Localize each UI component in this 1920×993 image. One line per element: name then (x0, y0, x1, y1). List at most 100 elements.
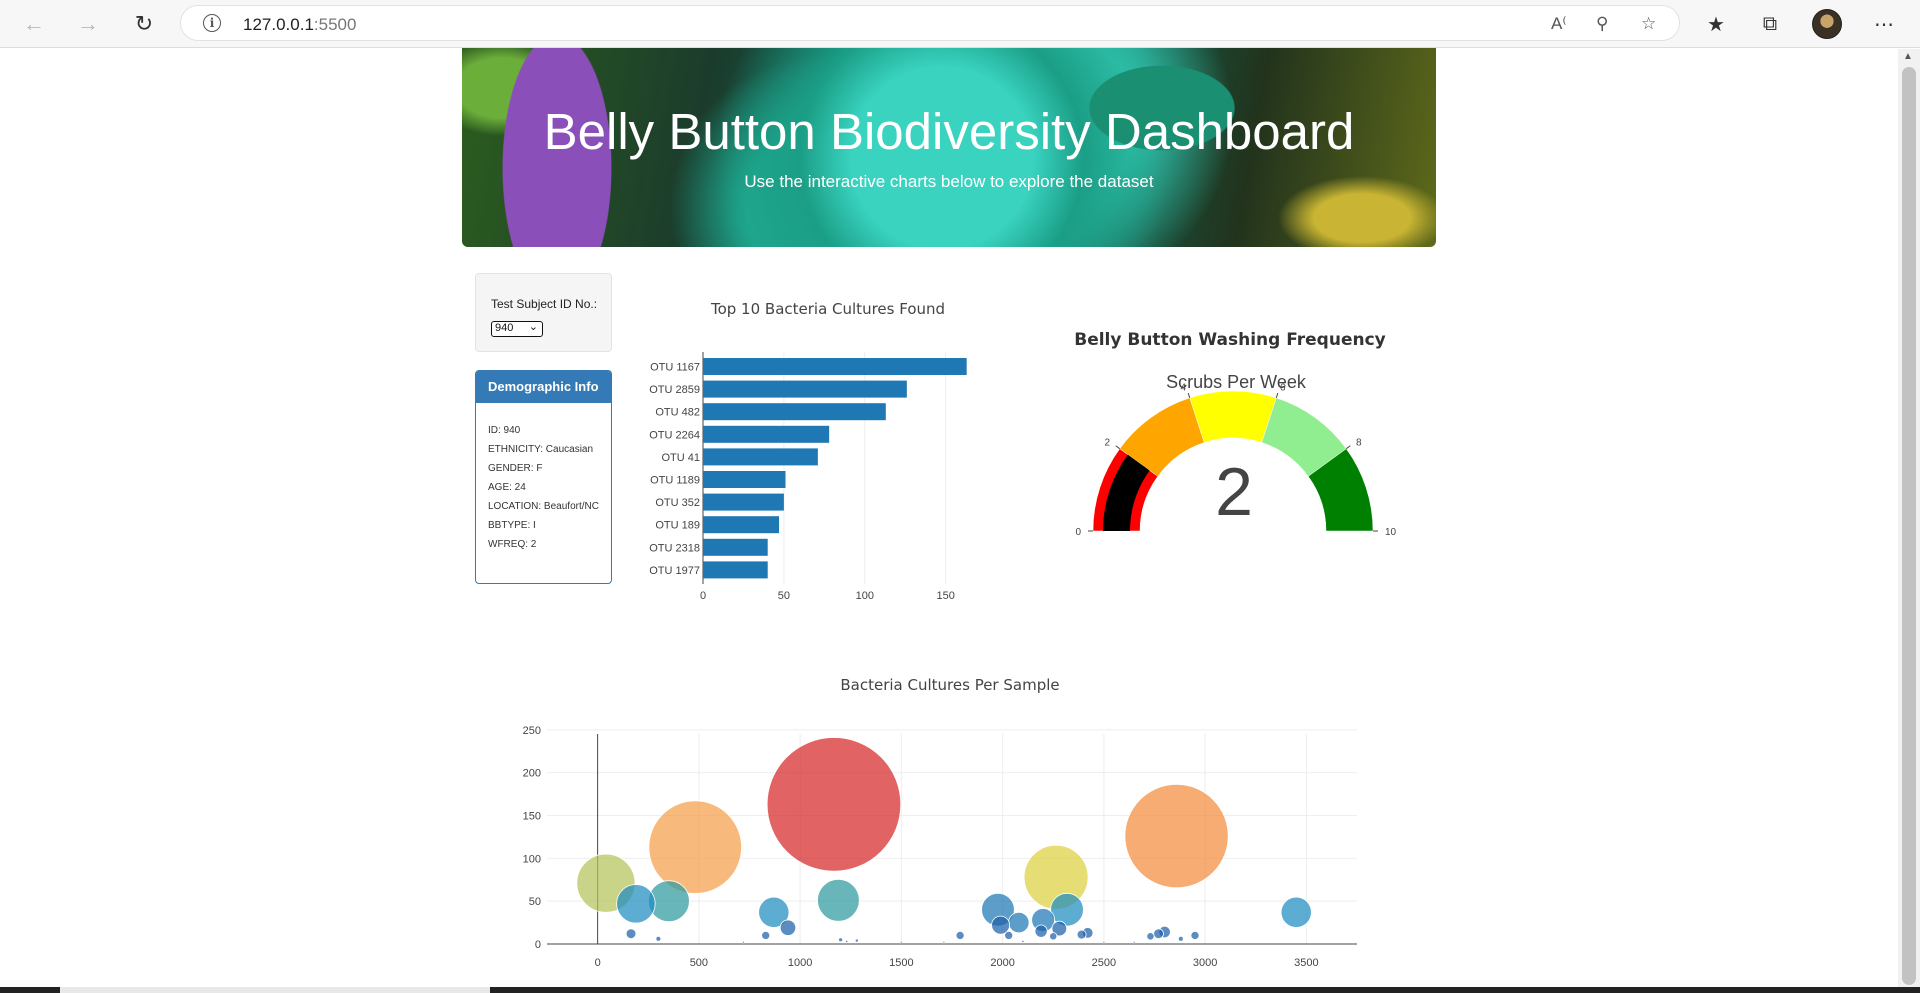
address-bar[interactable]: i 127.0.0.1:5500 A⁽ ⚲ ☆ (180, 5, 1680, 41)
forward-arrow-icon[interactable]: → (72, 9, 104, 39)
bar-mark[interactable] (703, 561, 768, 579)
bar-chart-title: Top 10 Bacteria Cultures Found (710, 300, 945, 318)
bubble-point[interactable] (1008, 911, 1030, 934)
bubble-point[interactable] (1004, 930, 1014, 940)
bar-mark[interactable] (703, 448, 818, 466)
bubble-point[interactable] (742, 940, 745, 944)
gauge-tick (1345, 445, 1351, 450)
subject-id-dropdown[interactable]: 940 ⌄ (491, 321, 543, 337)
gauge-tick-label: 6 (1280, 382, 1286, 393)
bubble-point[interactable] (1076, 929, 1087, 940)
bar-mark[interactable] (703, 403, 886, 421)
washing-frequency-gauge[interactable]: Belly Button Washing Frequency Scrubs Pe… (1060, 315, 1410, 555)
bubble-x-tick-label: 2500 (1092, 957, 1116, 969)
bubble-point[interactable] (854, 938, 859, 943)
collections-icon[interactable]: ⧉ (1754, 9, 1786, 39)
bar-y-tick-label: OTU 189 (655, 520, 700, 532)
bubble-point[interactable] (616, 884, 656, 924)
bar-x-tick-label: 100 (856, 590, 874, 602)
bubble-point[interactable] (817, 878, 860, 922)
gauge-tick (1275, 392, 1279, 399)
bubble-point[interactable] (942, 940, 946, 944)
favorites-icon[interactable]: ★ (1700, 9, 1732, 39)
demographic-row: BBTYPE: I (488, 520, 536, 531)
demographic-info-panel: Demographic Info ID: 940 ETHNICITY: Cauca… (475, 370, 612, 584)
bubble-point[interactable] (899, 940, 903, 944)
favorite-add-icon[interactable]: ☆ (1641, 14, 1656, 34)
bubble-point[interactable] (838, 937, 844, 943)
profile-avatar[interactable] (1812, 9, 1842, 39)
bar-y-tick-label: OTU 2264 (649, 429, 700, 441)
gauge-subtitle: Scrubs Per Week (1166, 372, 1307, 392)
demographic-row: ID: 940 (488, 425, 521, 436)
bubble-point[interactable] (655, 935, 662, 942)
gauge-tick-label: 0 (1075, 527, 1081, 538)
bubble-point[interactable] (1146, 932, 1155, 941)
bubble-point[interactable] (1190, 930, 1200, 940)
scroll-up-icon[interactable]: ▲ (1903, 51, 1913, 62)
bar-mark[interactable] (703, 516, 780, 534)
bubble-point[interactable] (1177, 935, 1184, 942)
gauge-tick-label: 8 (1356, 438, 1362, 449)
demographic-row: WFREQ: 2 (488, 539, 537, 550)
bubble-y-tick-label: 200 (523, 768, 541, 780)
scrollbar-thumb[interactable] (1902, 67, 1916, 985)
bar-mark[interactable] (703, 380, 907, 398)
bubble-point[interactable] (845, 939, 849, 944)
gauge-tick (1115, 445, 1121, 450)
bar-mark[interactable] (703, 358, 967, 375)
vertical-scrollbar[interactable]: ▲ (1898, 49, 1920, 989)
bubble-point[interactable] (1153, 928, 1164, 940)
taskbar-segment (60, 987, 490, 993)
bubble-point[interactable] (1021, 939, 1025, 944)
bar-mark[interactable] (703, 471, 786, 488)
bubble-point[interactable] (955, 930, 965, 940)
bubble-x-tick-label: 1500 (889, 957, 913, 969)
site-info-icon[interactable]: i (203, 14, 221, 32)
bar-y-tick-label: OTU 41 (661, 452, 700, 464)
bubble-point[interactable] (779, 919, 797, 936)
bar-y-tick-label: OTU 2318 (649, 542, 700, 554)
bubble-point[interactable] (1102, 940, 1106, 944)
bubble-point[interactable] (1280, 896, 1312, 928)
bar-mark[interactable] (703, 493, 784, 511)
bubble-point[interactable] (1034, 924, 1048, 938)
page-subtitle: Use the interactive charts below to expl… (744, 172, 1154, 191)
back-arrow-icon[interactable]: ← (18, 9, 50, 39)
bubble-point[interactable] (1049, 932, 1058, 941)
zoom-out-icon[interactable]: ⚲ (1596, 14, 1608, 34)
bubble-point[interactable] (761, 930, 771, 940)
demographic-info-body: ID: 940 ETHNICITY: Caucasian GENDER: F AGE:… (488, 425, 603, 558)
gauge-step (1189, 390, 1277, 443)
bubble-point[interactable] (1050, 892, 1084, 927)
bar-mark[interactable] (703, 425, 830, 443)
bubble-x-tick-label: 2000 (990, 957, 1014, 969)
bubble-y-tick-label: 0 (535, 939, 541, 951)
bar-x-tick-label: 150 (936, 590, 954, 602)
bubble-point[interactable] (1132, 940, 1136, 944)
read-aloud-icon[interactable]: A⁽ (1551, 14, 1567, 34)
subject-selector-label: Test Subject ID No.: (491, 297, 598, 311)
top10-bar-chart[interactable]: Top 10 Bacteria Cultures Found OTU 1167 O… (640, 290, 970, 605)
more-menu-icon[interactable]: ⋯ (1868, 9, 1900, 39)
bubble-x-tick-label: 0 (595, 957, 601, 969)
refresh-icon[interactable]: ↻ (128, 9, 160, 39)
bubble-y-tick-label: 150 (523, 811, 541, 823)
bubble-point[interactable] (1124, 783, 1229, 889)
page-title: Belly Button Biodiversity Dashboard (543, 103, 1355, 160)
gauge-title: Belly Button Washing Frequency (1074, 330, 1386, 350)
demographic-row: ETHNICITY: Caucasian (488, 444, 594, 455)
bar-y-tick-label: OTU 1167 (650, 362, 700, 374)
bubble-point[interactable] (625, 928, 637, 940)
url-text[interactable]: 127.0.0.1:5500 (243, 15, 356, 35)
bar-mark[interactable] (703, 538, 768, 556)
header-banner: Belly Button Biodiversity Dashboard Use … (462, 48, 1436, 247)
bubble-x-tick-label: 3500 (1294, 957, 1318, 969)
bubble-x-tick-label: 3000 (1193, 957, 1217, 969)
bubble-point[interactable] (766, 737, 902, 872)
chevron-down-icon: ⌄ (528, 321, 538, 333)
demographic-info-heading: Demographic Info (476, 371, 611, 403)
bubble-point[interactable] (648, 800, 742, 894)
subject-selector-panel: Test Subject ID No.: 940 ⌄ (475, 273, 612, 352)
bubble-chart[interactable]: Bacteria Cultures Per Sample 0 500 1000 150… (500, 665, 1380, 987)
